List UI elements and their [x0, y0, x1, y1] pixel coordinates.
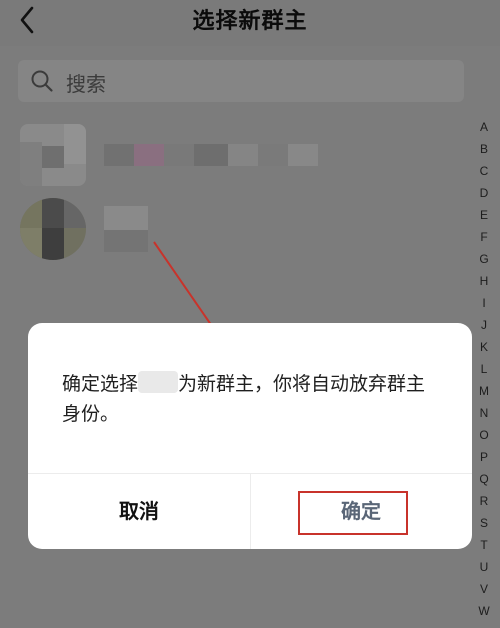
annotation-highlight-box [298, 491, 408, 535]
index-letter-i[interactable]: I [474, 292, 494, 314]
search-placeholder: 搜索 [66, 72, 106, 96]
avatar [20, 198, 86, 260]
avatar [20, 124, 86, 186]
index-letter-k[interactable]: K [474, 336, 494, 358]
confirm-dialog: 确定选择 为新群主，你将自动放弃群主身份。 取消 确定 [28, 323, 472, 549]
index-letter-l[interactable]: L [474, 358, 494, 380]
index-letter-r[interactable]: R [474, 490, 494, 512]
index-letter-e[interactable]: E [474, 204, 494, 226]
index-letter-d[interactable]: D [474, 182, 494, 204]
page-title: 选择新群主 [192, 9, 308, 34]
index-letter-v[interactable]: V [474, 578, 494, 600]
index-letter-q[interactable]: Q [474, 468, 494, 490]
member-name-blurred [104, 144, 318, 166]
search-input[interactable]: 搜索 [18, 60, 464, 102]
dialog-message: 确定选择 为新群主，你将自动放弃群主身份。 [62, 369, 442, 429]
blurred-member-name [138, 371, 179, 393]
member-name-blurred [104, 206, 148, 256]
dialog-message-part1: 确定选择 [62, 373, 139, 395]
index-letter-t[interactable]: T [474, 534, 494, 556]
index-letter-w[interactable]: W [474, 600, 494, 622]
index-letter-f[interactable]: F [474, 226, 494, 248]
search-icon [31, 70, 53, 92]
index-letter-o[interactable]: O [474, 424, 494, 446]
index-letter-h[interactable]: H [474, 270, 494, 292]
index-letter-b[interactable]: B [474, 138, 494, 160]
index-letter-p[interactable]: P [474, 446, 494, 468]
cancel-button[interactable]: 取消 [28, 473, 250, 549]
index-letter-a[interactable]: A [474, 116, 494, 138]
select-new-owner-screen: 选择新群主 搜索 A B C D E F G H I J K L M N O P… [0, 0, 500, 628]
top-bar: 选择新群主 [0, 0, 500, 46]
index-letter-j[interactable]: J [474, 314, 494, 336]
list-item[interactable] [0, 194, 470, 266]
index-letter-c[interactable]: C [474, 160, 494, 182]
index-letter-u[interactable]: U [474, 556, 494, 578]
index-letter-g[interactable]: G [474, 248, 494, 270]
index-letter-m[interactable]: M [474, 380, 494, 402]
index-letter-s[interactable]: S [474, 512, 494, 534]
alphabet-index[interactable]: ABCDEFGHIJKLMNOPQRSTUVW [474, 116, 494, 622]
index-letter-n[interactable]: N [474, 402, 494, 424]
list-item[interactable] [0, 118, 470, 190]
